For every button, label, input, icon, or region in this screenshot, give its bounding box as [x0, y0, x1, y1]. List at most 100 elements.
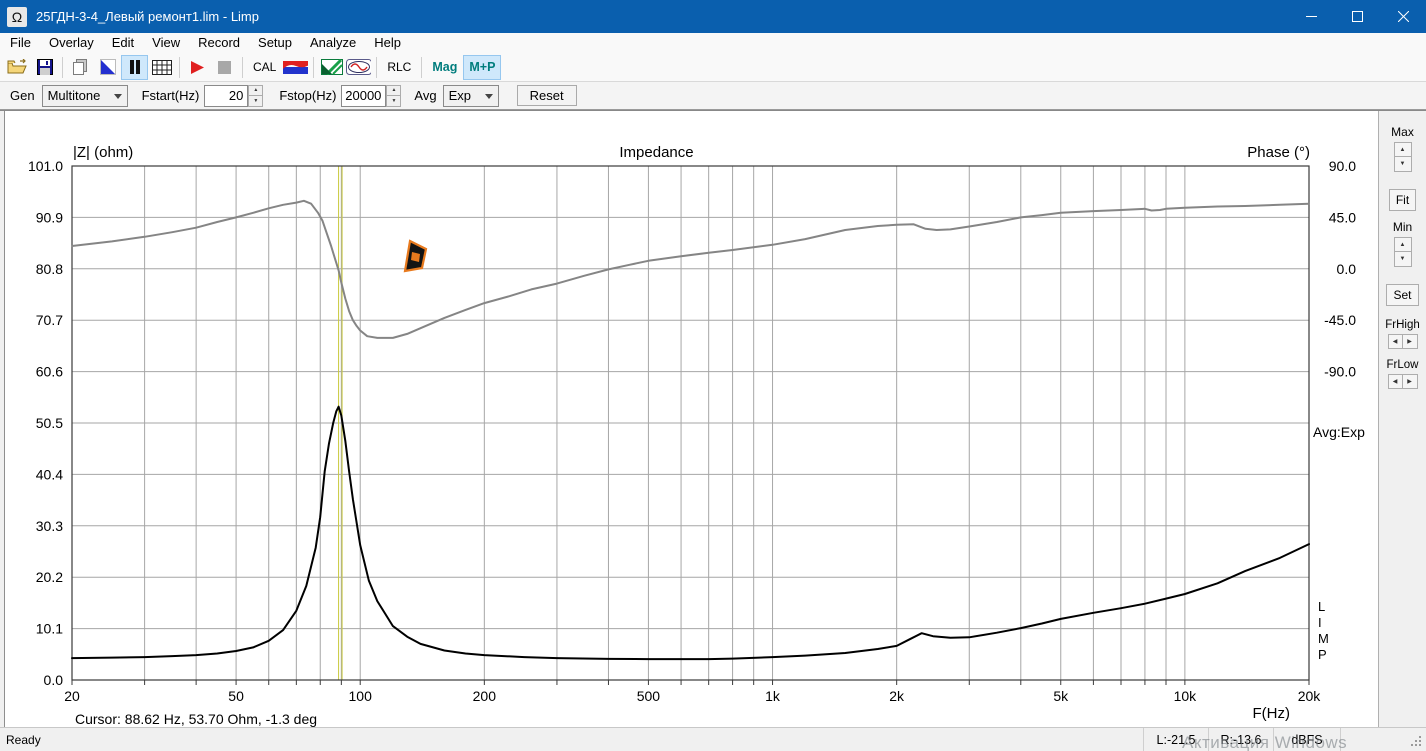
- svg-text:10.1: 10.1: [36, 621, 63, 637]
- table-grid-icon: [151, 59, 172, 75]
- minimize-button[interactable]: [1288, 0, 1334, 33]
- set-button[interactable]: Set: [1386, 284, 1419, 306]
- color-scheme-button[interactable]: [282, 55, 309, 80]
- magnitude-phase-view-button[interactable]: M+P: [463, 54, 502, 80]
- x-axis-title: F(Hz): [1252, 705, 1291, 722]
- status-text: Ready: [6, 733, 41, 747]
- menu-record[interactable]: Record: [189, 33, 249, 53]
- play-icon: [191, 60, 204, 74]
- reset-button[interactable]: Reset: [516, 85, 577, 106]
- stop-icon: [218, 60, 231, 74]
- fstop-input[interactable]: [341, 84, 387, 107]
- menu-setup[interactable]: Setup: [249, 33, 301, 53]
- calibrate-button[interactable]: CAL: [247, 55, 282, 80]
- svg-text:20k: 20k: [1298, 688, 1322, 704]
- stop-record-button[interactable]: [211, 55, 238, 80]
- fstart-input[interactable]: [204, 84, 249, 107]
- window-title: 25ГДН-3-4_Левый ремонт1.lim - Limp: [36, 9, 259, 24]
- arrow-left-icon[interactable]: ◀: [1387, 374, 1403, 389]
- save-floppy-icon: [36, 59, 53, 75]
- pause-button[interactable]: [121, 54, 148, 80]
- svg-text:200: 200: [473, 688, 497, 704]
- chart-title: Impedance: [619, 144, 694, 161]
- start-record-button[interactable]: [184, 55, 211, 80]
- arrow-right-icon[interactable]: ▶: [1402, 374, 1418, 389]
- arrow-left-icon[interactable]: ◀: [1387, 334, 1403, 349]
- toolbar-separator: [376, 56, 378, 78]
- open-folder-icon: [7, 59, 27, 74]
- svg-text:50.5: 50.5: [36, 415, 63, 431]
- impedance-phase-plot[interactable]: 101.090.980.870.760.650.540.430.320.210.…: [5, 111, 1379, 728]
- svg-text:50: 50: [228, 688, 244, 704]
- menu-file[interactable]: File: [1, 33, 40, 53]
- arrow-right-icon[interactable]: ▶: [1402, 334, 1418, 349]
- gen-label: Gen: [10, 88, 35, 103]
- minimize-icon: [1305, 16, 1317, 17]
- svg-text:90.9: 90.9: [36, 209, 63, 225]
- frlow-arrows[interactable]: ◀ ▶: [1387, 374, 1418, 389]
- red-blue-bands-icon: [283, 60, 309, 74]
- avg-select[interactable]: Exp: [442, 84, 499, 107]
- rlc-button[interactable]: RLC: [381, 55, 417, 80]
- generator-button[interactable]: [345, 55, 372, 80]
- menu-view[interactable]: View: [143, 33, 189, 53]
- spinner-up-icon[interactable]: ▲: [1393, 237, 1412, 252]
- pause-icon: [129, 60, 140, 74]
- edit-flag-button[interactable]: [94, 55, 121, 80]
- table-view-button[interactable]: [148, 55, 175, 80]
- close-button[interactable]: [1380, 0, 1426, 33]
- blue-triangle-icon: [99, 59, 116, 75]
- frhigh-arrows[interactable]: ◀ ▶: [1387, 334, 1418, 349]
- open-file-button[interactable]: [4, 55, 31, 80]
- phase-axis-title: Phase (°): [1247, 144, 1310, 161]
- svg-text:1k: 1k: [765, 688, 781, 704]
- max-spinner[interactable]: ▲ ▼: [1393, 142, 1412, 172]
- fit-button[interactable]: Fit: [1388, 189, 1417, 211]
- menu-help[interactable]: Help: [365, 33, 410, 53]
- menu-edit[interactable]: Edit: [103, 33, 143, 53]
- spinner-down-icon[interactable]: ▼: [248, 96, 264, 107]
- maximize-button[interactable]: [1334, 0, 1380, 33]
- fstop-spinner[interactable]: ▲ ▼: [386, 84, 402, 107]
- omega-icon: Ω: [11, 8, 23, 25]
- svg-text:70.7: 70.7: [36, 312, 63, 328]
- cursor-readout: Cursor: 88.62 Hz, 53.70 Ohm, -1.3 deg: [75, 711, 318, 727]
- generator-type-value: Multitone: [47, 88, 101, 103]
- spinner-up-icon[interactable]: ▲: [1393, 142, 1412, 157]
- svg-text:20: 20: [64, 688, 80, 704]
- min-label: Min: [1392, 220, 1413, 234]
- toolbar-separator: [313, 56, 315, 78]
- chevron-down-icon: [484, 93, 493, 99]
- menu-bar: File Overlay Edit View Record Setup Anal…: [0, 33, 1426, 53]
- fstop-label: Fstop(Hz): [279, 88, 337, 103]
- svg-text:10k: 10k: [1174, 688, 1198, 704]
- menu-analyze[interactable]: Analyze: [301, 33, 365, 53]
- magnitude-view-button[interactable]: Mag: [426, 55, 463, 80]
- app-icon: Ω: [7, 6, 27, 27]
- frlow-label: FrLow: [1386, 359, 1419, 371]
- save-button[interactable]: [31, 55, 58, 80]
- fstart-spinner[interactable]: ▲ ▼: [248, 84, 264, 107]
- spinner-down-icon[interactable]: ▼: [1393, 157, 1412, 172]
- toolbar-separator: [242, 56, 243, 78]
- spinner-up-icon[interactable]: ▲: [248, 84, 264, 96]
- avg-mode-readout: Avg:Exp: [1313, 424, 1365, 440]
- copy-button[interactable]: [67, 55, 94, 80]
- spinner-down-icon[interactable]: ▼: [386, 96, 402, 107]
- chart-area[interactable]: 101.0 90.9 80.8 70.7 60.6 50.5 40.4 30.3 20.2 10.…: [4, 111, 1378, 728]
- generator-type-select[interactable]: Multitone: [41, 84, 128, 107]
- svg-text:20.2: 20.2: [36, 569, 63, 585]
- svg-text:60.6: 60.6: [36, 364, 63, 380]
- svg-text:45.0: 45.0: [1329, 209, 1356, 225]
- limp-window: Ω 25ГДН-3-4_Левый ремонт1.lim - Limp Fil…: [0, 0, 1426, 751]
- svg-text:80.8: 80.8: [36, 261, 63, 277]
- resize-grip[interactable]: [1411, 736, 1423, 748]
- scale-button[interactable]: [318, 55, 345, 80]
- min-spinner[interactable]: ▲ ▼: [1393, 237, 1412, 267]
- spinner-down-icon[interactable]: ▼: [1393, 252, 1412, 267]
- copy-icon: [73, 58, 87, 75]
- svg-text:0.0: 0.0: [44, 672, 64, 688]
- svg-text:100: 100: [349, 688, 373, 704]
- menu-overlay[interactable]: Overlay: [40, 33, 103, 53]
- spinner-up-icon[interactable]: ▲: [386, 84, 402, 96]
